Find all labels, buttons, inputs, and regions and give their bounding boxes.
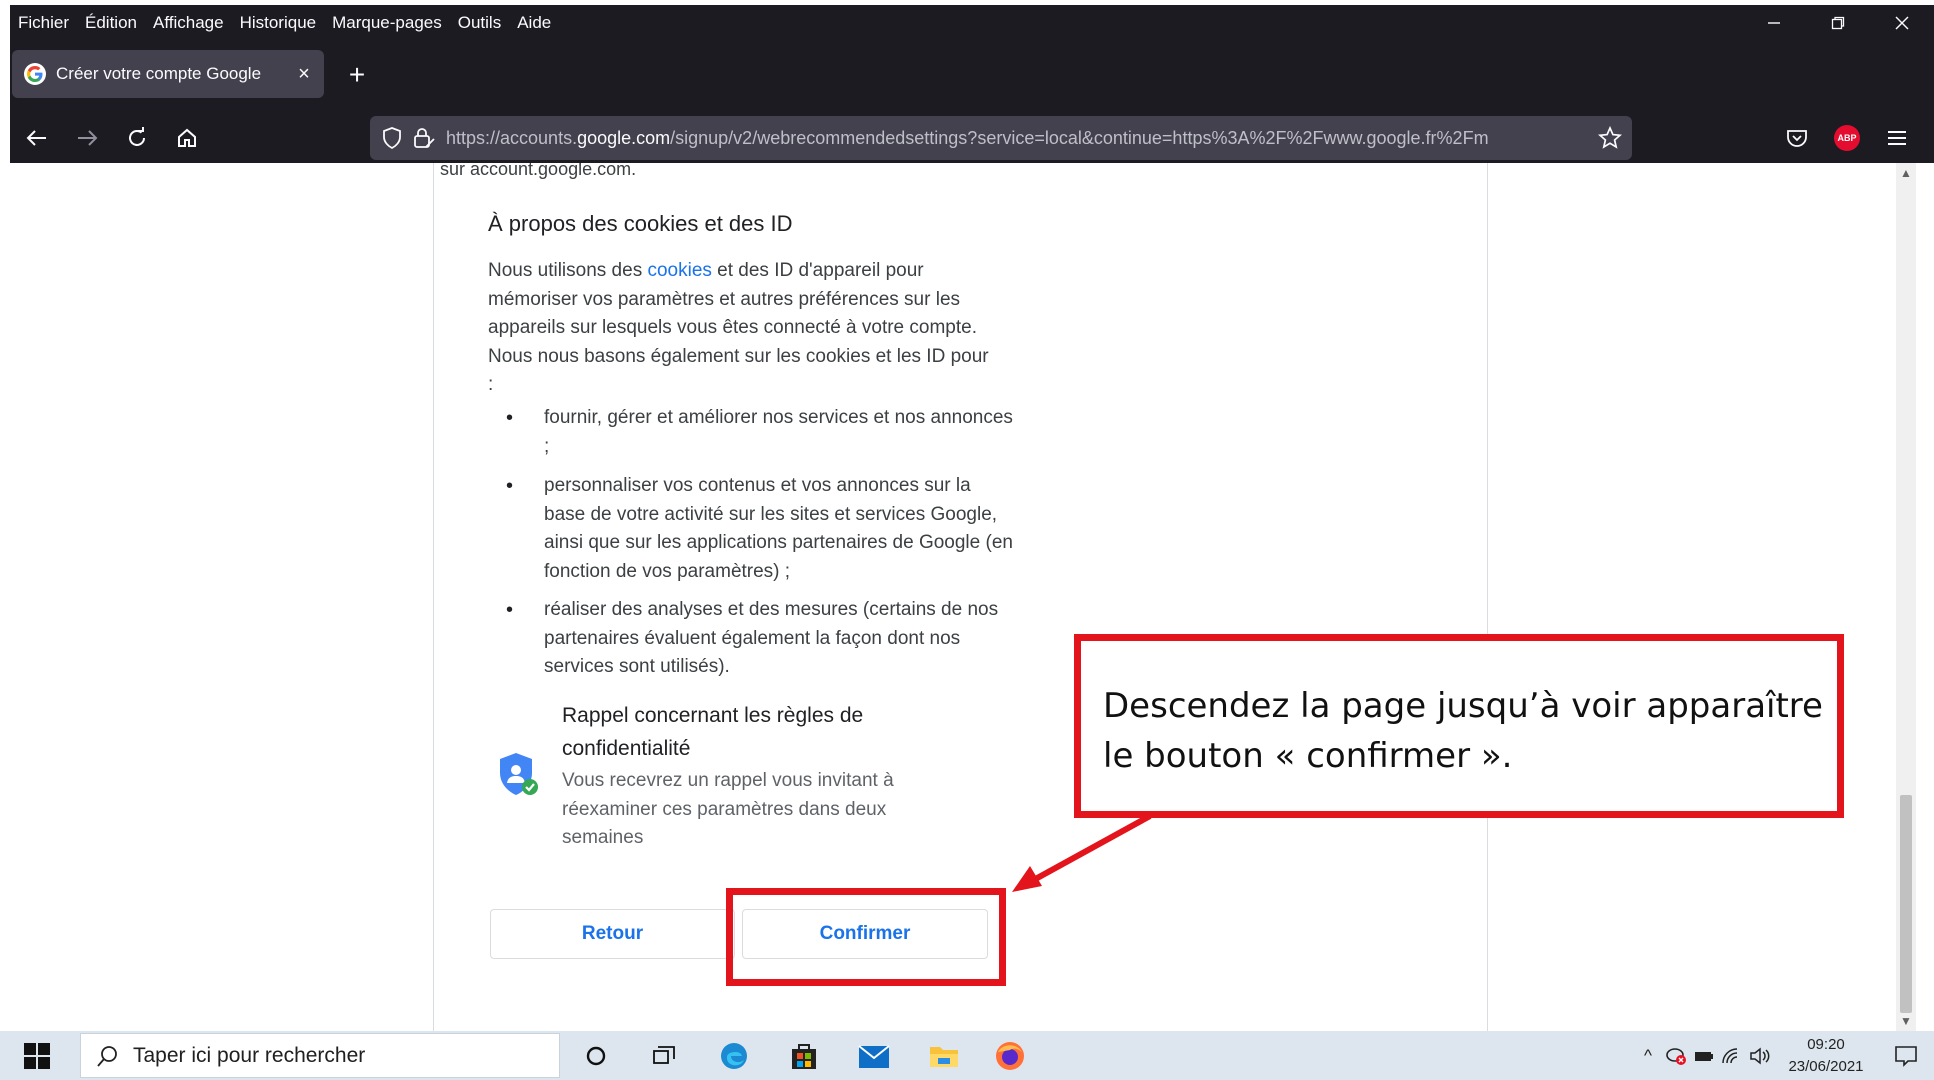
tab-bar: Créer votre compte Google × +: [10, 50, 1934, 98]
reminder-body: Vous recevrez un rappel vous invitant à …: [562, 770, 894, 848]
menu-fichier[interactable]: Fichier: [18, 13, 69, 33]
pocket-icon: [1787, 130, 1807, 147]
home-button[interactable]: [164, 118, 210, 158]
volume-icon[interactable]: [1746, 1046, 1774, 1065]
list-item: réaliser des analyses et des mesures (ce…: [506, 596, 1014, 682]
back-page-button[interactable]: Retour: [490, 909, 735, 959]
url-bar[interactable]: https://accounts.google.com/signup/v2/we…: [370, 116, 1632, 160]
task-view-icon: [653, 1046, 675, 1064]
confirm-highlight-box: [726, 888, 1006, 986]
system-tray: ^ 09:20 23/06/2021: [1634, 1031, 1934, 1080]
battery-icon[interactable]: [1690, 1048, 1718, 1064]
search-placeholder: Taper ici pour rechercher: [133, 1043, 366, 1067]
taskbar-search[interactable]: Taper ici pour rechercher: [80, 1033, 560, 1078]
clock-time: 09:20: [1807, 1035, 1845, 1053]
mail-button[interactable]: [856, 1039, 892, 1073]
forward-button[interactable]: [64, 118, 110, 158]
minimize-icon: [1768, 22, 1780, 24]
vertical-scrollbar[interactable]: ▲ ▼: [1896, 163, 1916, 1031]
reminder-title: Rappel concernant les règles de confiden…: [562, 704, 864, 760]
google-logo-icon: [24, 63, 46, 85]
tab-title: Créer votre compte Google: [56, 64, 262, 83]
shield-tracking-icon: [383, 127, 401, 149]
back-button[interactable]: [14, 118, 60, 158]
store-icon: [792, 1044, 816, 1069]
clock-date: 23/06/2021: [1788, 1057, 1864, 1075]
menu-bar: Fichier Édition Affichage Historique Mar…: [10, 5, 1934, 41]
edge-icon: [721, 1043, 747, 1069]
tab-close-icon[interactable]: ×: [284, 63, 324, 86]
instruction-callout: Descendez la page jusqu’à voir apparaîtr…: [1074, 634, 1844, 818]
restore-button[interactable]: [1806, 5, 1870, 41]
arrow-left-icon: [26, 130, 46, 146]
clock[interactable]: 09:20 23/06/2021: [1774, 1034, 1878, 1078]
cortana-icon: [586, 1046, 606, 1066]
firefox-button[interactable]: [992, 1039, 1028, 1073]
app-menu-button[interactable]: [1872, 118, 1922, 158]
hamburger-menu-icon: [1888, 131, 1906, 145]
restore-icon: [1831, 16, 1845, 30]
close-icon: [1895, 16, 1909, 30]
home-icon: [178, 128, 196, 147]
menu-outils[interactable]: Outils: [458, 13, 501, 33]
menu-edition[interactable]: Édition: [85, 13, 137, 33]
task-view-button[interactable]: [646, 1039, 682, 1073]
menu-affichage[interactable]: Affichage: [153, 13, 224, 33]
notifications-button[interactable]: [1878, 1045, 1934, 1067]
tab-google-account[interactable]: Créer votre compte Google ×: [12, 50, 324, 98]
close-window-button[interactable]: [1870, 5, 1934, 41]
url-text: https://accounts.google.com/signup/v2/we…: [446, 127, 1489, 148]
new-tab-button[interactable]: +: [340, 58, 374, 92]
privacy-shield-icon: [500, 753, 538, 795]
windows-start-icon[interactable]: [24, 1043, 50, 1069]
reload-button[interactable]: [114, 118, 160, 158]
menu-marque-pages[interactable]: Marque-pages: [332, 13, 442, 33]
cookies-paragraph: Nous utilisons des cookies et des ID d'a…: [488, 260, 989, 395]
cortana-button[interactable]: [578, 1039, 614, 1073]
adblock-button[interactable]: ABP: [1822, 118, 1872, 158]
partial-text-line: sur account.google.com.: [440, 163, 637, 179]
scrollbar-thumb[interactable]: [1900, 795, 1912, 1013]
pocket-button[interactable]: [1772, 118, 1822, 158]
edge-button[interactable]: [716, 1039, 752, 1073]
taskbar: Taper ici pour rechercher ^ 09:20 23/06/…: [0, 1031, 1934, 1080]
lock-icon: [414, 128, 435, 148]
scroll-up-icon[interactable]: ▲: [1896, 163, 1916, 183]
network-error-icon[interactable]: [1662, 1046, 1690, 1066]
navigation-bar: https://accounts.google.com/signup/v2/we…: [10, 113, 1934, 163]
callout-text: Descendez la page jusqu’à voir apparaîtr…: [1103, 686, 1823, 776]
search-icon: [97, 1045, 117, 1067]
menu-historique[interactable]: Historique: [240, 13, 317, 33]
notification-icon: [1895, 1045, 1917, 1067]
folder-icon: [930, 1047, 958, 1067]
section-title: À propos des cookies et des ID: [488, 211, 793, 236]
firefox-icon: [996, 1042, 1024, 1070]
cookies-link[interactable]: cookies: [647, 260, 711, 281]
list-item: fournir, gérer et améliorer nos services…: [506, 404, 1014, 461]
wifi-icon[interactable]: [1718, 1047, 1746, 1065]
menu-aide[interactable]: Aide: [517, 13, 551, 33]
star-bookmark-icon[interactable]: [1598, 126, 1622, 150]
show-hidden-icons[interactable]: ^: [1634, 1046, 1662, 1066]
browser-chrome: Fichier Édition Affichage Historique Mar…: [10, 5, 1934, 163]
arrow-right-icon: [78, 130, 98, 146]
list-item: personnaliser vos contenus et vos annonc…: [506, 472, 1014, 586]
scroll-down-icon[interactable]: ▼: [1896, 1011, 1916, 1031]
mail-icon: [858, 1045, 890, 1068]
minimize-button[interactable]: [1742, 5, 1806, 41]
file-explorer-button[interactable]: [926, 1039, 962, 1073]
reload-icon: [129, 127, 145, 146]
toolbar-right: ABP: [1772, 118, 1922, 158]
adblock-plus-icon: ABP: [1834, 125, 1860, 151]
window-controls: [1742, 5, 1934, 41]
store-button[interactable]: [786, 1039, 822, 1073]
